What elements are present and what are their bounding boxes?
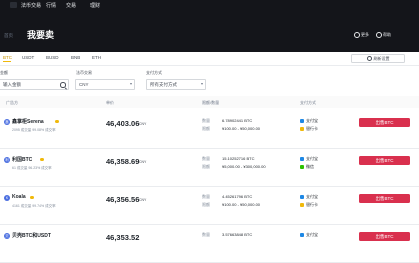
payment-method: 支付宝 [300, 118, 318, 124]
available-qty: 6.78902441 BTC [222, 118, 253, 123]
tab-busd[interactable]: BUSD [46, 55, 59, 60]
refresh-settings-button[interactable]: 刷新设置 [351, 54, 405, 63]
price-currency: CNY [139, 160, 147, 164]
available-qty: 3.57663848 BTC [222, 232, 253, 237]
sell-btc-button[interactable]: 出售BTC [359, 118, 410, 127]
qty-label: 数量 [202, 118, 210, 123]
bank-card-icon [300, 126, 304, 131]
help-icon [376, 32, 382, 38]
fiat-label: 法币交易 [76, 70, 92, 75]
nav-fiat-trade[interactable]: 法币交易 [21, 2, 41, 9]
chevron-down-icon [201, 83, 203, 85]
sell-btc-button[interactable]: 出售BTC [359, 194, 410, 203]
order-limit: ¥5,000.00 - ¥300,000.00 [222, 164, 266, 169]
payment-method: 支付宝 [300, 232, 318, 238]
nav-trade[interactable]: 交易 [66, 2, 76, 9]
alipay-icon [300, 118, 304, 123]
verified-icon [55, 119, 59, 123]
avatar: 利 [4, 157, 10, 163]
nav-markets[interactable]: 行情 [46, 2, 56, 9]
qty-label: 数量 [202, 156, 210, 161]
page-title: 我要卖 [27, 30, 55, 40]
verified-icon [30, 195, 34, 199]
qty-label: 数量 [202, 232, 210, 237]
col-payment: 支付方式 [300, 100, 316, 105]
available-qty: 4.45261796 BTC [222, 194, 253, 199]
advertiser-stats: 2095 成交量 99.08% 成交率 [12, 128, 56, 132]
price-currency: CNY [139, 122, 147, 126]
advertiser-name[interactable]: Koala [12, 194, 26, 200]
advertiser-stats: 61 成交量 96.23% 成交率 [12, 166, 52, 170]
more-icon [354, 32, 360, 38]
top-nav: 法币交易 行情 交易 理财 [0, 0, 419, 11]
limit-label: 限额 [202, 126, 210, 131]
fiat-value: CNY [79, 82, 89, 87]
table-row: 贝 贝壳BTC和USDT 46,353.52 数量 3.57663848 BTC… [0, 224, 419, 263]
limit-label: 限额 [202, 164, 210, 169]
advertiser-name[interactable]: 鑫掌柜Serena [12, 118, 44, 125]
avatar: 贝 [4, 233, 10, 239]
amount-placeholder: 输入金额 [3, 82, 21, 87]
price-currency: CNY [139, 198, 147, 202]
alipay-icon [300, 194, 304, 199]
order-limit: ¥100.00 - ¥50,000.00 [222, 126, 261, 131]
col-limit: 限额/数量 [202, 100, 220, 105]
help-link[interactable]: 帮助 [376, 32, 391, 38]
alipay-icon [300, 156, 304, 161]
payment-method: 支付宝 [300, 156, 318, 162]
more-menu[interactable]: 更多 [354, 32, 369, 38]
table-row: 鑫 鑫掌柜Serena 2095 成交量 99.08% 成交率 46,403.0… [0, 110, 419, 149]
limit-label: 限额 [202, 202, 210, 207]
tab-eth[interactable]: ETH [92, 55, 101, 60]
nav-finance[interactable]: 理财 [90, 2, 100, 9]
tab-usdt[interactable]: USDT [22, 55, 34, 60]
tab-bnb[interactable]: BNB [71, 55, 80, 60]
payment-method: 银行卡 [300, 202, 318, 208]
amount-label: 金额 [0, 70, 8, 75]
breadcrumb-home[interactable]: 首页 [4, 33, 13, 39]
wechat-icon [300, 164, 304, 169]
sell-btc-button[interactable]: 出售BTC [359, 156, 410, 165]
amount-input[interactable]: 输入金额 [0, 79, 69, 90]
tab-btc[interactable]: BTC [3, 55, 12, 60]
payment-label: 支付方式 [146, 70, 162, 75]
search-icon[interactable] [60, 82, 66, 88]
advertiser-name[interactable]: 贝壳BTC和USDT [12, 232, 51, 239]
verified-icon [40, 157, 44, 161]
payment-value: 所有支付方式 [150, 82, 177, 87]
advertiser-name[interactable]: 利国BTC [12, 156, 32, 163]
logo-icon[interactable] [10, 2, 17, 8]
active-tab-indicator [3, 61, 11, 62]
chevron-down-icon [130, 83, 132, 85]
col-advertiser: 广告方 [6, 100, 18, 105]
bank-card-icon [300, 202, 304, 207]
payment-method: 支付宝 [300, 194, 318, 200]
table-row: 利 利国BTC 61 成交量 96.23% 成交率 46,358.69 CNY … [0, 148, 419, 187]
avatar: 鑫 [4, 119, 10, 125]
table-row: K Koala 4161 成交量 99.74% 成交率 46,356.56 CN… [0, 186, 419, 225]
col-price: 单价 [106, 100, 114, 105]
unit-price: 46,403.06 [106, 119, 140, 128]
qty-label: 数量 [202, 194, 210, 199]
alipay-icon [300, 232, 304, 237]
available-qty: 15.10252716 BTC [222, 156, 255, 161]
order-limit: ¥100.00 - ¥50,000.00 [222, 202, 261, 207]
payment-select[interactable]: 所有支付方式 [146, 79, 206, 90]
payment-method: 微信 [300, 164, 314, 170]
fiat-select[interactable]: CNY [75, 79, 135, 90]
payment-method: 银行卡 [300, 126, 318, 132]
avatar: K [4, 195, 10, 201]
refresh-icon [366, 56, 372, 61]
unit-price: 46,358.69 [106, 157, 140, 166]
unit-price: 46,356.56 [106, 195, 140, 204]
advertiser-stats: 4161 成交量 99.74% 成交率 [12, 204, 56, 208]
page-header: 首页 我要卖 更多 帮助 [0, 11, 419, 52]
divider [0, 65, 419, 66]
unit-price: 46,353.52 [106, 233, 140, 242]
